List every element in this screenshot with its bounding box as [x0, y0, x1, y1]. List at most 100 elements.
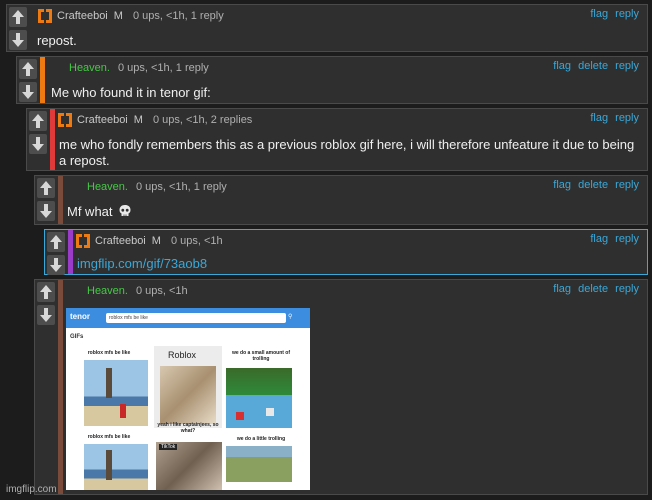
tiktok-badge: TikTok [159, 444, 178, 450]
gif-thumbnail-roblox: Roblox [154, 346, 222, 428]
comment-header: Crafteeboi M 0 ups, <1h [75, 233, 223, 249]
gif-caption: roblox mfs be like [87, 434, 131, 440]
arrow-down-icon [22, 85, 34, 99]
gif-link[interactable]: imgflip.com/gif/73aob8 [77, 256, 207, 272]
gif-caption: yeah i like captainjees, so what? [157, 422, 219, 434]
reply-link[interactable]: reply [615, 283, 639, 295]
gif-thumbnail-beach [84, 444, 148, 490]
flag-link[interactable]: flag [590, 8, 608, 20]
downvote-button[interactable] [29, 134, 47, 154]
thread-accent-bar [50, 109, 55, 170]
username[interactable]: Crafteeboi [95, 235, 146, 247]
flag-link[interactable]: flag [553, 179, 571, 191]
upvote-button[interactable] [19, 59, 37, 79]
arrow-down-icon [32, 137, 44, 151]
comment-image[interactable]: tenor roblox mfs be like ⚲ GIFs roblox m… [66, 308, 310, 490]
username[interactable]: Crafteeboi [77, 114, 128, 126]
comment-text: Me who found it in tenor gif: [51, 85, 211, 100]
comment-meta: 0 ups, <1h, 1 reply [132, 10, 224, 22]
delete-link[interactable]: delete [578, 283, 608, 295]
gif-caption: roblox mfs be like [87, 350, 131, 356]
mod-badge: M [133, 114, 143, 126]
arrow-down-icon [50, 258, 62, 272]
vote-column [17, 57, 39, 103]
gifs-section-label: GIFs [70, 334, 84, 340]
delete-link[interactable]: delete [578, 179, 608, 191]
flag-link[interactable]: flag [553, 60, 571, 72]
mod-badge: M [113, 10, 123, 22]
delete-link[interactable]: delete [578, 60, 608, 72]
comment-text: repost. [37, 33, 77, 48]
downvote-button[interactable] [37, 201, 55, 221]
gif-caption: we do a little trolling [236, 436, 286, 442]
comment-text: Mf what [67, 204, 132, 220]
comment-2: Heaven. 0 ups, <1h, 1 reply flag delete … [16, 56, 648, 104]
thread-accent-bar [40, 57, 45, 103]
gif-thumbnail-person: TikTok [156, 442, 222, 490]
comment-actions: flag delete reply [549, 60, 639, 72]
username[interactable]: Heaven. [87, 181, 128, 193]
gif-thumbnail-game [226, 368, 292, 428]
comment-meta: 0 ups, <1h [170, 235, 223, 247]
vote-column [35, 280, 57, 494]
upvote-button[interactable] [29, 111, 47, 131]
imgflip-logo-icon [75, 233, 91, 249]
upvote-button[interactable] [47, 232, 65, 252]
comment-actions: flag delete reply [549, 283, 639, 295]
comment-actions: flag reply [586, 112, 639, 124]
flag-link[interactable]: flag [590, 112, 608, 124]
arrow-up-icon [40, 285, 52, 299]
comment-header: Crafteeboi M 0 ups, <1h, 1 reply [37, 8, 224, 24]
comment-actions: flag delete reply [549, 179, 639, 191]
flag-link[interactable]: flag [553, 283, 571, 295]
thread-accent-bar [58, 176, 63, 224]
imgflip-watermark: imgflip.com [6, 484, 57, 495]
comment-header: Heaven. 0 ups, <1h [87, 283, 188, 299]
comment-header: Heaven. 0 ups, <1h, 1 reply [87, 179, 227, 195]
comment-3: Crafteeboi M 0 ups, <1h, 2 replies flag … [26, 108, 648, 171]
comment-4: Heaven. 0 ups, <1h, 1 reply flag delete … [34, 175, 648, 225]
username[interactable]: Crafteeboi [57, 10, 108, 22]
downvote-button[interactable] [37, 305, 55, 325]
gif-caption: we do a small amount of trolling [231, 350, 291, 362]
arrow-up-icon [22, 62, 34, 76]
reply-link[interactable]: reply [615, 60, 639, 72]
gif-thumbnail-game [226, 446, 292, 482]
imgflip-logo-icon [57, 112, 73, 128]
username[interactable]: Heaven. [69, 62, 110, 74]
thread-accent-bar [58, 280, 63, 494]
thread-accent-bar [68, 230, 73, 274]
upvote-button[interactable] [37, 282, 55, 302]
reply-link[interactable]: reply [615, 233, 639, 245]
mod-badge: M [151, 235, 161, 247]
comment-actions: flag reply [586, 233, 639, 245]
arrow-up-icon [32, 114, 44, 128]
gif-caption: Roblox [168, 350, 197, 360]
tenor-logo: tenor [70, 312, 90, 321]
username[interactable]: Heaven. [87, 285, 128, 297]
downvote-button[interactable] [19, 82, 37, 102]
vote-column [45, 230, 67, 275]
comment-meta: 0 ups, <1h, 1 reply [135, 181, 227, 193]
comment-text-content: Mf what [67, 204, 113, 219]
search-icon: ⚲ [288, 314, 293, 320]
reply-link[interactable]: reply [615, 112, 639, 124]
comment-5: Crafteeboi M 0 ups, <1h flag reply imgfl… [44, 229, 648, 275]
downvote-button[interactable] [47, 255, 65, 275]
arrow-up-icon [40, 181, 52, 195]
comment-1: Crafteeboi M 0 ups, <1h, 1 reply flag re… [6, 4, 648, 52]
arrow-up-icon [50, 235, 62, 249]
comment-actions: flag reply [586, 8, 639, 20]
gif-thumbnail-beach [84, 360, 148, 426]
arrow-down-icon [12, 33, 24, 47]
comment-meta: 0 ups, <1h [135, 285, 188, 297]
upvote-button[interactable] [37, 178, 55, 198]
comment-text: me who fondly remembers this as a previo… [59, 137, 635, 168]
upvote-button[interactable] [9, 7, 27, 27]
flag-link[interactable]: flag [590, 233, 608, 245]
reply-link[interactable]: reply [615, 179, 639, 191]
comment-meta: 0 ups, <1h, 1 reply [117, 62, 209, 74]
reply-link[interactable]: reply [615, 8, 639, 20]
vote-column [27, 109, 49, 170]
downvote-button[interactable] [9, 30, 27, 50]
